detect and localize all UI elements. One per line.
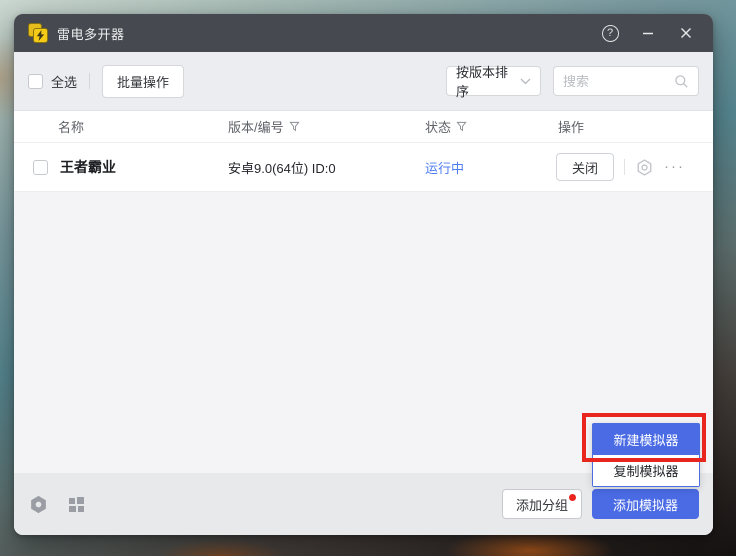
menu-item-new-emulator[interactable]: 新建模拟器 — [593, 424, 699, 455]
footer-icons — [28, 494, 85, 515]
close-icon[interactable] — [673, 20, 699, 46]
add-emulator-button[interactable]: 添加模拟器 — [592, 489, 699, 519]
row-checkbox-cell — [33, 143, 48, 191]
grid-layout-icon[interactable] — [67, 495, 85, 513]
toolbar: 全选 批量操作 按版本排序 — [14, 52, 713, 110]
window-controls: ? — [597, 20, 699, 46]
row-actions: 关闭 ··· — [556, 143, 685, 191]
global-settings-icon[interactable] — [28, 494, 49, 515]
more-options-icon[interactable]: ··· — [664, 162, 685, 172]
filter-icon[interactable] — [289, 121, 300, 132]
column-header-name: 名称 — [58, 111, 84, 142]
column-header-status: 状态 — [425, 111, 467, 142]
column-header-status-label: 状态 — [425, 117, 451, 136]
app-window: 雷电多开器 ? 全选 批量操作 按版本排序 — [14, 14, 713, 535]
chevron-down-icon — [520, 78, 531, 85]
column-header-version: 版本/编号 — [228, 111, 300, 142]
batch-operations-button[interactable]: 批量操作 — [102, 65, 184, 98]
row-status-badge: 运行中 — [425, 143, 464, 191]
select-all-checkbox[interactable] — [28, 74, 43, 89]
footer-right: 添加分组 添加模拟器 — [502, 489, 699, 519]
app-logo-icon — [28, 23, 48, 43]
menu-item-copy-emulator[interactable]: 复制模拟器 — [593, 455, 699, 486]
desktop-wallpaper: 雷电多开器 ? 全选 批量操作 按版本排序 — [0, 0, 736, 556]
search-input[interactable] — [563, 74, 674, 89]
sort-dropdown-value: 按版本排序 — [456, 62, 520, 100]
notification-dot — [569, 494, 576, 501]
column-header-action: 操作 — [558, 111, 584, 142]
actions-divider — [624, 159, 625, 175]
instance-settings-icon[interactable] — [635, 158, 654, 177]
select-all-label: 全选 — [51, 72, 77, 91]
minimize-icon[interactable] — [635, 20, 661, 46]
titlebar: 雷电多开器 ? — [14, 14, 713, 52]
window-title: 雷电多开器 — [57, 24, 125, 43]
add-emulator-popup-menu: 新建模拟器 复制模拟器 — [592, 423, 700, 487]
add-group-button[interactable]: 添加分组 — [502, 489, 582, 519]
filter-icon[interactable] — [456, 121, 467, 132]
column-header-name-label: 名称 — [58, 117, 84, 136]
close-instance-button[interactable]: 关闭 — [556, 153, 614, 181]
row-checkbox[interactable] — [33, 160, 48, 175]
help-icon[interactable]: ? — [597, 20, 623, 46]
row-name: 王者霸业 — [60, 143, 116, 191]
add-group-label: 添加分组 — [516, 498, 568, 513]
sort-dropdown[interactable]: 按版本排序 — [446, 66, 541, 96]
column-header-action-label: 操作 — [558, 117, 584, 136]
table-header: 名称 版本/编号 状态 操作 — [14, 110, 713, 143]
column-header-version-label: 版本/编号 — [228, 117, 284, 136]
table-row: 王者霸业 安卓9.0(64位) ID:0 运行中 关闭 ··· — [14, 143, 713, 192]
lightning-icon — [36, 30, 45, 41]
search-icon — [674, 74, 689, 89]
row-version: 安卓9.0(64位) ID:0 — [228, 143, 336, 191]
search-box — [553, 66, 699, 96]
toolbar-divider — [89, 73, 90, 89]
toolbar-right: 按版本排序 — [446, 66, 699, 96]
